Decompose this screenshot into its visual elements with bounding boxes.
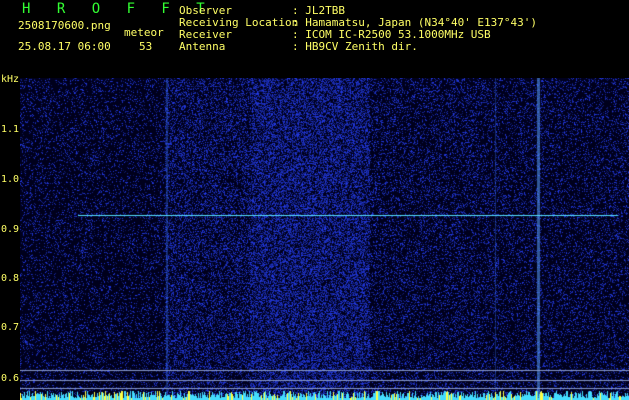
y-tick-0.6: 0.6 bbox=[1, 373, 20, 384]
antenna-label: Antenna bbox=[179, 40, 226, 53]
spectrogram-plot bbox=[20, 78, 629, 400]
y-tick-0.7: 0.7 bbox=[1, 322, 20, 333]
filename-label: 2508170600.png bbox=[18, 19, 111, 32]
y-tick-1.0: 1.0 bbox=[1, 174, 20, 185]
y-tick-0.9: 0.9 bbox=[1, 224, 20, 235]
count-label: 53 bbox=[139, 40, 153, 53]
mode-label: meteor bbox=[124, 26, 164, 39]
y-tick-1.1: 1.1 bbox=[1, 124, 20, 135]
y-unit-label: kHz bbox=[1, 74, 20, 85]
header-panel: H R O F F T 2508170600.png meteor 25.08.… bbox=[0, 0, 629, 78]
antenna-value: : HB9CV Zenith dir. bbox=[292, 40, 418, 53]
spectrogram-canvas bbox=[20, 78, 629, 400]
datetime-label: 25.08.17 06:00 bbox=[18, 40, 111, 53]
y-tick-0.8: 0.8 bbox=[1, 273, 20, 284]
